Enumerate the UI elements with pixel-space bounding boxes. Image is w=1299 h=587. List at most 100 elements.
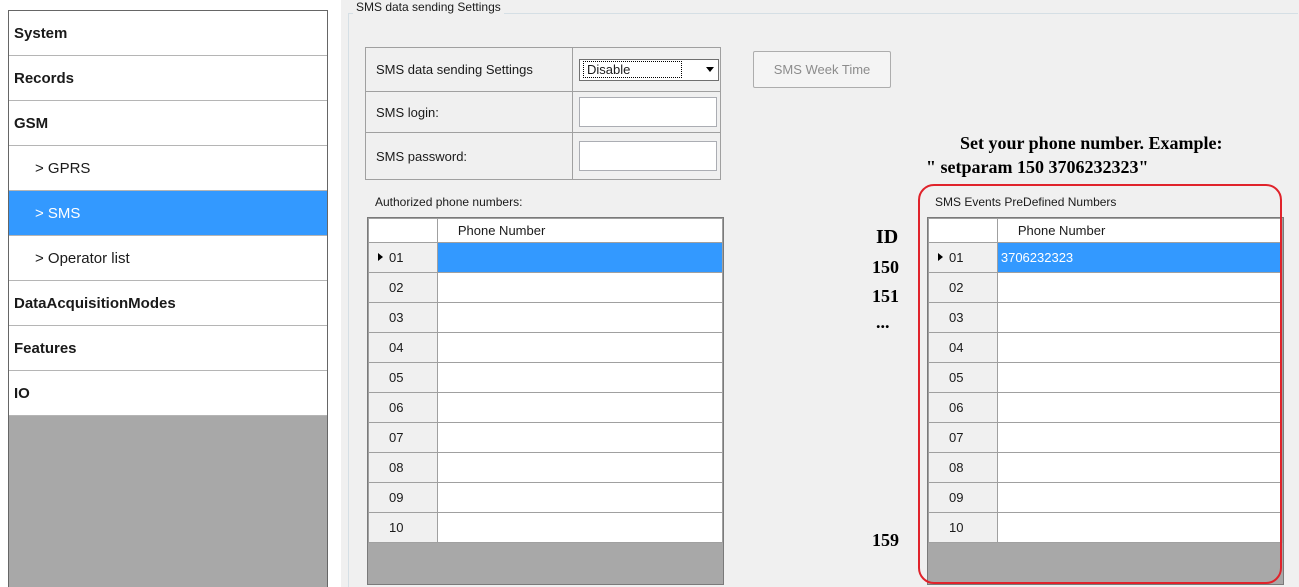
sms-login-input[interactable]	[579, 97, 717, 127]
phone-number-cell[interactable]	[436, 392, 724, 423]
table-row[interactable]: 03	[368, 302, 724, 333]
row-header[interactable]: 09	[368, 482, 438, 513]
phone-number-cell[interactable]	[436, 482, 724, 513]
table-row[interactable]: 05	[368, 362, 724, 393]
row-header[interactable]: 04	[928, 332, 998, 363]
row-header[interactable]: 03	[928, 302, 998, 333]
chevron-down-icon[interactable]	[706, 66, 714, 72]
row-header[interactable]: 05	[928, 362, 998, 393]
row-header[interactable]: 07	[928, 422, 998, 453]
sms-password-input[interactable]	[579, 141, 717, 171]
row-header[interactable]: 05	[368, 362, 438, 393]
row-id: 05	[949, 370, 964, 385]
table-row[interactable]: 10	[928, 512, 1284, 543]
table-row[interactable]: 08	[368, 452, 724, 483]
sending-settings-cell: Disable	[572, 47, 721, 92]
authorized-table: Phone Number 01 02 03 04 05 06 07 08 09 10	[368, 218, 724, 543]
table-row[interactable]: 01	[368, 242, 724, 273]
annotation-id-ellipsis: ...	[876, 312, 890, 332]
row-header[interactable]: 02	[928, 272, 998, 303]
phone-number-cell[interactable]	[996, 302, 1284, 333]
phone-number-cell[interactable]	[436, 362, 724, 393]
row-header[interactable]: 01	[368, 242, 438, 273]
nav-item-records[interactable]: Records	[9, 56, 327, 101]
row-id: 01	[949, 250, 964, 265]
phone-number-cell[interactable]	[436, 272, 724, 303]
row-header[interactable]: 10	[368, 512, 438, 543]
nav-item-features[interactable]: Features	[9, 326, 327, 371]
sending-settings-value: Disable	[583, 61, 682, 78]
sms-password-label: SMS password:	[365, 132, 573, 180]
row-id: 04	[949, 340, 964, 355]
sms-login-cell	[572, 91, 721, 133]
table-row[interactable]: 04	[368, 332, 724, 363]
table-row[interactable]: 07	[368, 422, 724, 453]
row-id: 04	[389, 340, 404, 355]
row-header[interactable]: 08	[928, 452, 998, 483]
phone-number-cell[interactable]	[996, 272, 1284, 303]
predefined-table: Phone Number 01 3706232323 02 03 04 05 06 07 08 09…	[928, 218, 1284, 543]
grid-corner-header[interactable]	[368, 218, 438, 243]
row-header[interactable]: 09	[928, 482, 998, 513]
table-row[interactable]: 06	[368, 392, 724, 423]
nav-item-operator-list[interactable]: > Operator list	[9, 236, 327, 281]
phone-number-cell[interactable]	[436, 242, 724, 273]
phone-number-cell[interactable]	[996, 332, 1284, 363]
sending-settings-select[interactable]: Disable	[579, 58, 719, 81]
phone-number-cell[interactable]	[436, 422, 724, 453]
row-id: 06	[389, 400, 404, 415]
table-row[interactable]: 08	[928, 452, 1284, 483]
phone-number-cell[interactable]	[996, 422, 1284, 453]
table-row[interactable]: 04	[928, 332, 1284, 363]
row-id: 08	[949, 460, 964, 475]
row-header[interactable]: 06	[928, 392, 998, 423]
table-row[interactable]: 01 3706232323	[928, 242, 1284, 273]
sms-week-time-button[interactable]: SMS Week Time	[753, 51, 891, 88]
column-header-phone-number[interactable]: Phone Number	[436, 218, 724, 243]
settings-table: SMS data sending Settings Disable SMS lo…	[365, 47, 721, 180]
table-row[interactable]: 02	[928, 272, 1284, 303]
row-id: 08	[389, 460, 404, 475]
phone-number-cell[interactable]	[996, 512, 1284, 543]
table-row[interactable]: 09	[368, 482, 724, 513]
annotation-note-line1: Set your phone number. Example:	[960, 133, 1223, 153]
table-row[interactable]: 06	[928, 392, 1284, 423]
phone-number-cell[interactable]	[436, 512, 724, 543]
table-row[interactable]: 10	[368, 512, 724, 543]
nav-item-data-acquisition-modes[interactable]: DataAcquisitionModes	[9, 281, 327, 326]
nav-item-gsm[interactable]: GSM	[9, 101, 327, 146]
phone-number-cell[interactable]	[436, 452, 724, 483]
table-row[interactable]: 02	[368, 272, 724, 303]
phone-number-cell[interactable]	[996, 392, 1284, 423]
row-header[interactable]: 02	[368, 272, 438, 303]
row-header[interactable]: 07	[368, 422, 438, 453]
table-row[interactable]: 05	[928, 362, 1284, 393]
table-row[interactable]: 07	[928, 422, 1284, 453]
row-header[interactable]: 06	[368, 392, 438, 423]
sms-password-cell	[572, 132, 721, 180]
phone-number-cell[interactable]	[436, 302, 724, 333]
row-header[interactable]: 03	[368, 302, 438, 333]
phone-number-cell[interactable]: 3706232323	[996, 242, 1284, 273]
column-header-phone-number[interactable]: Phone Number	[996, 218, 1284, 243]
phone-number-cell[interactable]	[996, 482, 1284, 513]
row-pointer-icon	[938, 253, 943, 261]
row-header[interactable]: 10	[928, 512, 998, 543]
row-header[interactable]: 01	[928, 242, 998, 273]
nav-item-gprs[interactable]: > GPRS	[9, 146, 327, 191]
table-row[interactable]: 09	[928, 482, 1284, 513]
authorized-numbers-grid: Phone Number 01 02 03 04 05 06 07 08 09 10	[367, 217, 724, 585]
nav-item-io[interactable]: IO	[9, 371, 327, 416]
nav-item-sms[interactable]: > SMS	[9, 191, 327, 236]
phone-number-cell[interactable]	[996, 452, 1284, 483]
grid-corner-header[interactable]	[928, 218, 998, 243]
predefined-numbers-title: SMS Events PreDefined Numbers	[935, 195, 1117, 209]
phone-number-cell[interactable]	[996, 362, 1284, 393]
row-header[interactable]: 04	[368, 332, 438, 363]
row-id: 02	[949, 280, 964, 295]
phone-number-cell[interactable]	[436, 332, 724, 363]
row-header[interactable]: 08	[368, 452, 438, 483]
table-row[interactable]: 03	[928, 302, 1284, 333]
sending-settings-label: SMS data sending Settings	[365, 47, 573, 92]
nav-item-system[interactable]: System	[9, 11, 327, 56]
